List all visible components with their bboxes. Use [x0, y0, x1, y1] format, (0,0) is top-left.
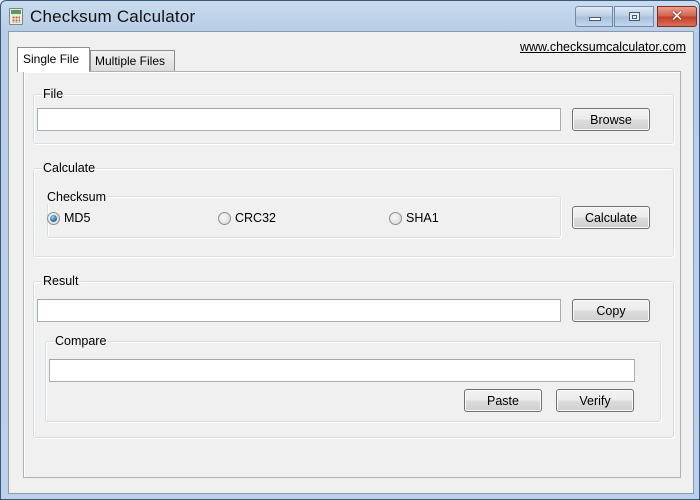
restore-icon — [629, 12, 640, 21]
app-window: Checksum Calculator ✕ Single File Multip… — [0, 0, 700, 500]
result-group-label: Result — [42, 274, 80, 288]
maximize-button[interactable] — [614, 6, 654, 27]
paste-button[interactable]: Paste — [464, 389, 542, 412]
radio-sha1[interactable]: SHA1 — [389, 210, 439, 226]
single-file-panel: File Browse Calculate Checksum MD5 CRC32 — [23, 71, 681, 478]
calculate-group-label: Calculate — [42, 161, 97, 175]
tab-multiple-files[interactable]: Multiple Files — [90, 50, 175, 71]
verify-button[interactable]: Verify — [556, 389, 634, 412]
compare-group: Compare Paste Verify — [45, 334, 661, 422]
calculate-group: Calculate Checksum MD5 CRC32 SHA1 Calcul… — [33, 161, 674, 257]
close-icon: ✕ — [670, 8, 684, 25]
close-button[interactable]: ✕ — [657, 6, 697, 27]
calculate-button[interactable]: Calculate — [572, 206, 650, 229]
copy-button[interactable]: Copy — [572, 299, 650, 322]
file-group-label: File — [42, 87, 65, 101]
minimize-button[interactable] — [575, 6, 613, 27]
file-group: File Browse — [33, 87, 674, 144]
calculator-app-icon — [9, 8, 23, 25]
radio-md5-indicator — [47, 211, 60, 225]
file-path-input[interactable] — [37, 108, 561, 131]
title-bar[interactable]: Checksum Calculator ✕ — [1, 1, 699, 31]
radio-crc32-label: CRC32 — [235, 211, 276, 225]
website-link[interactable]: www.checksumcalculator.com — [520, 40, 686, 54]
radio-md5[interactable]: MD5 — [47, 210, 90, 226]
checksum-group-label: Checksum — [46, 190, 108, 204]
compare-input[interactable] — [49, 359, 635, 382]
tab-single-file[interactable]: Single File — [17, 47, 90, 72]
compare-group-label: Compare — [54, 334, 108, 348]
radio-crc32[interactable]: CRC32 — [218, 210, 276, 226]
radio-sha1-label: SHA1 — [406, 211, 439, 225]
radio-md5-label: MD5 — [64, 211, 91, 225]
browse-button[interactable]: Browse — [572, 108, 650, 131]
radio-crc32-indicator — [218, 211, 231, 225]
window-title: Checksum Calculator — [30, 7, 196, 26]
checksum-group: Checksum MD5 CRC32 SHA1 — [46, 190, 561, 238]
client-area: Single File Multiple Files www.checksumc… — [8, 31, 694, 494]
result-output[interactable] — [37, 299, 561, 322]
radio-sha1-indicator — [389, 211, 402, 225]
result-group: Result Copy Compare Paste Verify — [33, 274, 674, 438]
minimize-icon — [589, 17, 601, 21]
